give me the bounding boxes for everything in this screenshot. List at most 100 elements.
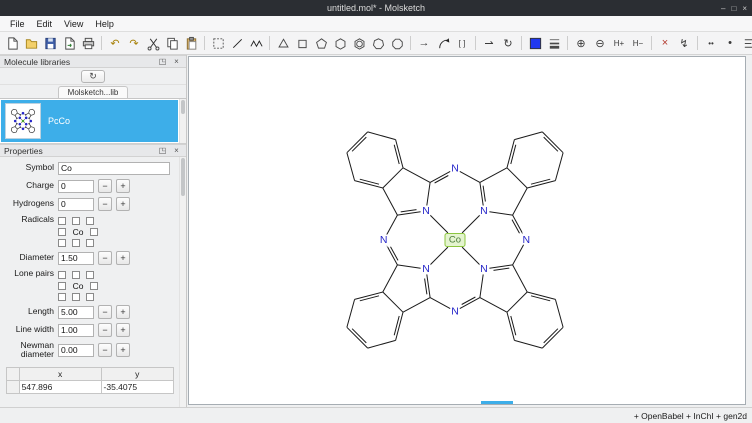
toolbar-hydrogen-plus-icon[interactable]: H+: [610, 34, 628, 52]
library-float-icon[interactable]: ◳: [157, 57, 168, 66]
toolbar-curved-arrow-icon[interactable]: [434, 34, 452, 52]
bond[interactable]: [394, 316, 399, 335]
charge-decrement-button[interactable]: −: [98, 179, 112, 193]
bond[interactable]: [511, 145, 516, 164]
properties-float-icon[interactable]: ◳: [157, 146, 168, 155]
bond[interactable]: [430, 247, 448, 265]
symbol-input[interactable]: [58, 162, 170, 175]
toolbar-undo-icon[interactable]: ↶: [106, 34, 124, 52]
toolbar-mechanism-tool-icon[interactable]: ↯: [675, 34, 693, 52]
toolbar-paste-icon[interactable]: [182, 34, 200, 52]
library-tab[interactable]: Molsketch...lib: [58, 86, 129, 98]
toolbar-ring-cyclobutane-icon[interactable]: [293, 34, 311, 52]
toolbar-ring-cyclooctane-icon[interactable]: [388, 34, 406, 52]
radical-checkbox[interactable]: [58, 239, 66, 247]
menu-edit[interactable]: Edit: [31, 18, 59, 30]
bond[interactable]: [397, 265, 420, 268]
toolbar-print-icon[interactable]: [79, 34, 97, 52]
bond[interactable]: [394, 145, 399, 164]
bond[interactable]: [555, 153, 563, 181]
atom-N[interactable]: N: [422, 205, 430, 217]
bond[interactable]: [347, 132, 368, 153]
bond[interactable]: [531, 296, 550, 301]
bond[interactable]: [360, 179, 379, 184]
diameter-input[interactable]: [58, 252, 94, 265]
charge-input[interactable]: [58, 180, 94, 193]
hydrogens-increment-button[interactable]: +: [116, 197, 130, 211]
radical-checkbox[interactable]: [72, 217, 80, 225]
toolbar-bracket-tool-icon[interactable]: [ ]: [453, 34, 471, 52]
atom-N[interactable]: N: [480, 205, 488, 217]
toolbar-open-file-icon[interactable]: [22, 34, 40, 52]
bond[interactable]: [460, 171, 480, 182]
bond[interactable]: [425, 279, 427, 295]
lone-pair-checkbox[interactable]: [58, 293, 66, 301]
maximize-button[interactable]: □: [731, 4, 736, 13]
atom-N[interactable]: N: [480, 263, 488, 275]
charge-increment-button[interactable]: +: [116, 179, 130, 193]
atom-N[interactable]: N: [451, 163, 459, 175]
menu-help[interactable]: Help: [89, 18, 120, 30]
bond[interactable]: [383, 168, 403, 188]
bond[interactable]: [513, 215, 524, 235]
bond[interactable]: [430, 171, 450, 182]
menu-file[interactable]: File: [4, 18, 31, 30]
drawing-canvas[interactable]: CoNNNNNNNN: [188, 56, 746, 405]
atom-Co[interactable]: Co: [449, 235, 461, 246]
line-width-decrement-button[interactable]: −: [98, 323, 112, 337]
radical-checkbox[interactable]: [72, 239, 80, 247]
toolbar-charge-plus-icon[interactable]: ⊕: [572, 34, 590, 52]
atom-N[interactable]: N: [422, 263, 430, 275]
hydrogens-input[interactable]: [58, 198, 94, 211]
library-close-icon[interactable]: ×: [171, 57, 182, 66]
radical-checkbox[interactable]: [86, 217, 94, 225]
menu-view[interactable]: View: [58, 18, 89, 30]
bond[interactable]: [427, 182, 430, 205]
bond[interactable]: [386, 215, 397, 235]
bond[interactable]: [531, 179, 550, 184]
toolbar-chain-tool-icon[interactable]: [247, 34, 265, 52]
bond[interactable]: [347, 327, 368, 348]
properties-scrollbar[interactable]: [179, 157, 186, 407]
bond[interactable]: [383, 265, 398, 292]
toolbar-radical-tool-icon[interactable]: •: [721, 34, 739, 52]
bond[interactable]: [494, 268, 510, 270]
bond[interactable]: [514, 340, 542, 348]
atom-N[interactable]: N: [380, 234, 388, 246]
toolbar-ring-cyclopropane-icon[interactable]: [274, 34, 292, 52]
bond[interactable]: [514, 132, 542, 140]
bond[interactable]: [462, 215, 480, 233]
toolbar-rotate-tool-icon[interactable]: ↻: [499, 34, 517, 52]
newman-increment-button[interactable]: +: [116, 343, 130, 357]
coord-header-y[interactable]: y: [101, 367, 173, 380]
length-increment-button[interactable]: +: [116, 305, 130, 319]
length-input[interactable]: [58, 306, 94, 319]
bond[interactable]: [489, 212, 512, 215]
bond[interactable]: [403, 168, 430, 183]
newman-diameter-input[interactable]: [58, 344, 94, 357]
toolbar-lone-pair-tool-icon[interactable]: ••: [702, 34, 720, 52]
diameter-increment-button[interactable]: +: [116, 251, 130, 265]
properties-close-icon[interactable]: ×: [171, 146, 182, 155]
toolbar-save-file-icon[interactable]: [41, 34, 59, 52]
radical-checkbox[interactable]: [86, 239, 94, 247]
toolbar-ring-benzene-icon[interactable]: [350, 34, 368, 52]
toolbar-select-tool-icon[interactable]: [209, 34, 227, 52]
toolbar-reaction-arrow-icon[interactable]: →: [415, 34, 433, 52]
diameter-decrement-button[interactable]: −: [98, 251, 112, 265]
bond[interactable]: [383, 188, 398, 215]
newman-decrement-button[interactable]: −: [98, 343, 112, 357]
bond[interactable]: [352, 137, 366, 151]
toolbar-draw-tool-icon[interactable]: [228, 34, 246, 52]
toolbar-align-tool-icon[interactable]: [740, 34, 752, 52]
toolbar-ring-cyclohexane-icon[interactable]: [331, 34, 349, 52]
bond[interactable]: [513, 188, 528, 215]
canvas-hscroll-thumb[interactable]: [481, 401, 513, 404]
coord-x-value[interactable]: 547.896: [19, 380, 101, 393]
title-bar[interactable]: untitled.mol* - Molsketch – □ ×: [0, 0, 752, 16]
coord-header-x[interactable]: x: [19, 367, 101, 380]
bond[interactable]: [401, 210, 417, 212]
lone-pair-checkbox[interactable]: [72, 271, 80, 279]
toolbar-ring-cyclopentane-icon[interactable]: [312, 34, 330, 52]
line-width-increment-button[interactable]: +: [116, 323, 130, 337]
